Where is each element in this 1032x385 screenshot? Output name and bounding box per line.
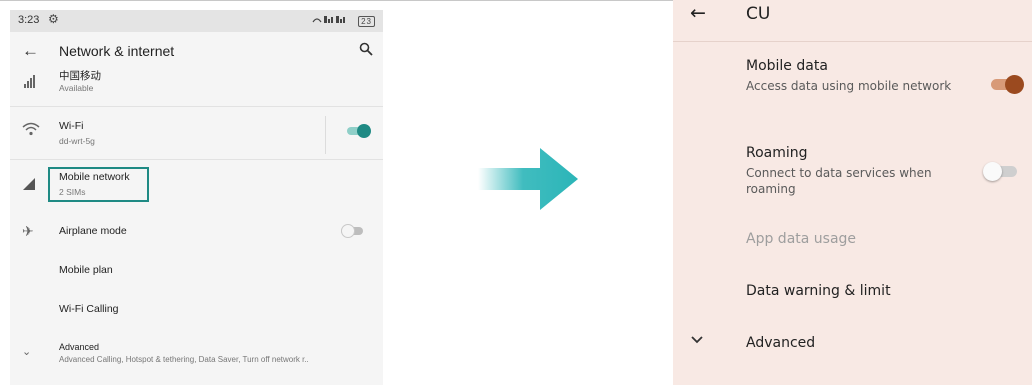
transition-arrow-icon	[478, 148, 578, 215]
advanced-summary: Advanced Calling, Hotspot & tethering, D…	[59, 355, 309, 364]
wifi-calling-title: Wi-Fi Calling	[59, 303, 119, 315]
wifi-toggle[interactable]	[347, 124, 371, 138]
data-warning-limit-item[interactable]: Data warning & limit	[746, 283, 891, 299]
advanced-item[interactable]: Advanced	[746, 335, 815, 351]
search-icon[interactable]	[359, 42, 373, 59]
section-divider	[10, 106, 383, 107]
back-arrow-icon[interactable]: ←	[22, 41, 39, 61]
app-bar: ← Network & internet	[10, 32, 383, 72]
mobile-plan-item[interactable]: Mobile plan	[10, 261, 383, 281]
mobile-data-title: Mobile data	[746, 58, 828, 74]
back-arrow-icon[interactable]: ←	[690, 2, 706, 24]
advanced-item[interactable]: ⌄ Advanced Advanced Calling, Hotspot & t…	[10, 340, 383, 370]
mobile-network-highlight-box	[48, 167, 149, 202]
header-divider	[673, 41, 1032, 42]
section-divider	[10, 159, 383, 160]
status-bar: 3:23 ⚙ 23	[10, 10, 383, 32]
roaming-toggle-knob	[983, 162, 1002, 181]
wifi-toggle-knob	[357, 124, 371, 138]
roaming-description: Connect to data services when roaming	[746, 166, 932, 196]
sim-status: Available	[59, 83, 94, 93]
mobile-data-toggle[interactable]	[991, 75, 1025, 94]
battery-icon: 23	[358, 16, 375, 27]
mobile-plan-title: Mobile plan	[59, 264, 113, 276]
page-title: CU	[746, 4, 771, 24]
wifi-icon	[22, 122, 40, 139]
signal-strength-icon	[312, 16, 345, 23]
airplane-icon: ✈	[22, 223, 34, 239]
sim-settings-screen: ← CU Mobile data Access data using mobil…	[673, 0, 1032, 385]
cellular-signal-icon	[22, 177, 36, 194]
network-settings-screen: 3:23 ⚙ 23 ← Network & internet 中国移动 Avai…	[10, 10, 383, 385]
wifi-item[interactable]: Wi-Fi dd-wrt-5g	[10, 116, 383, 154]
mobile-data-description: Access data using mobile network	[746, 79, 952, 93]
sim-card-item[interactable]: 中国移动 Available	[10, 68, 383, 104]
airplane-toggle-knob	[341, 224, 355, 238]
wifi-title: Wi-Fi	[59, 120, 84, 132]
wifi-network-name: dd-wrt-5g	[59, 136, 95, 146]
status-time: 3:23	[18, 14, 40, 26]
chevron-down-icon	[690, 331, 704, 349]
mobile-data-toggle-knob	[1005, 75, 1024, 94]
advanced-title: Advanced	[59, 342, 100, 352]
chevron-down-icon: ⌄	[22, 346, 32, 358]
signal-icons: 23	[312, 14, 375, 27]
toggle-divider	[325, 116, 326, 154]
signal-bars-icon	[22, 74, 38, 93]
page-title: Network & internet	[59, 43, 175, 59]
roaming-toggle[interactable]	[983, 162, 1017, 181]
app-data-usage-item[interactable]: App data usage	[746, 231, 856, 247]
airplane-mode-toggle[interactable]	[341, 224, 365, 238]
airplane-mode-item[interactable]: ✈ Airplane mode	[10, 220, 383, 244]
settings-gear-icon: ⚙	[48, 12, 59, 26]
sim-carrier-name: 中国移动	[59, 70, 101, 82]
airplane-mode-title: Airplane mode	[59, 225, 127, 237]
wifi-calling-item[interactable]: Wi-Fi Calling	[10, 300, 383, 320]
roaming-title: Roaming	[746, 145, 808, 161]
